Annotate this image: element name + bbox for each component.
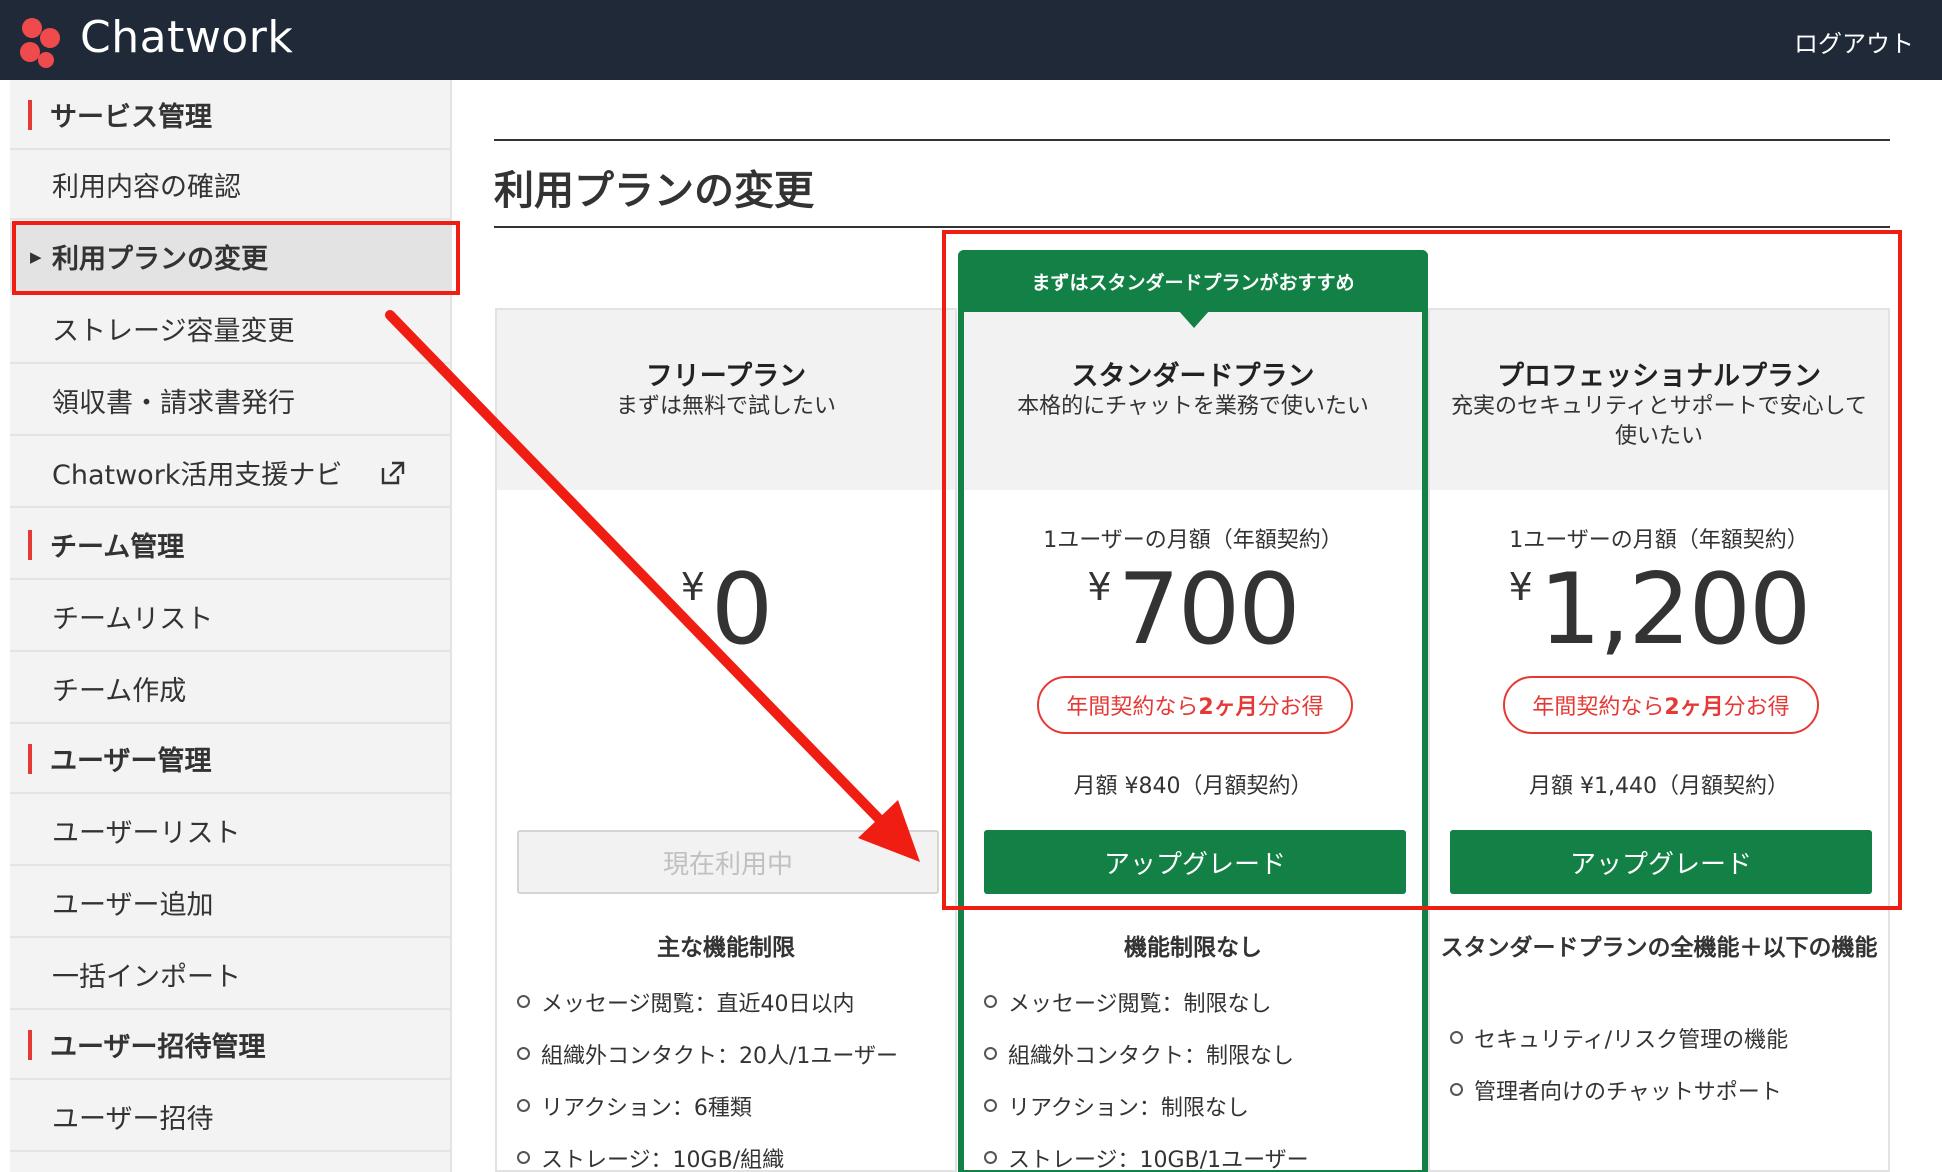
sidebar-item-invoice[interactable]: 領収書・請求書発行 [10,366,452,436]
upgrade-standard-button[interactable]: アップグレード [984,830,1406,894]
plan-price: ¥700 [964,555,1422,665]
sidebar-section-label: ユーザー招待管理 [50,1031,266,1063]
sidebar-item-label: 利用内容の確認 [52,171,241,203]
feature-item: 組織外コンタクト：20人/1ユーザー [517,1038,898,1070]
plan-name: フリープラン [645,361,807,392]
plan-subtitle: まずは無料で試したい [615,394,836,419]
sidebar-item-label: ユーザー招待 [52,1103,214,1135]
price-amount: 700 [1117,553,1301,667]
sidebar-section-label: サービス管理 [50,101,212,133]
sidebar-item-label: ユーザーリスト [52,817,241,849]
badge-emphasis: 2ヶ月 [1664,695,1724,720]
monthly-price: 月額 ¥1,440（月額契約） [1529,774,1789,799]
features-heading: 主な機能制限 [657,935,795,961]
sidebar-item-bulk-import[interactable]: 一括インポート [10,940,452,1010]
feature-item: メッセージ閲覧：直近40日以内 [517,986,855,1018]
sidebar-section-user: ユーザー管理 [10,724,452,794]
sidebar-item-storage[interactable]: ストレージ容量変更 [10,294,452,364]
sidebar-section-team: チーム管理 [10,510,452,580]
sidebar-item-user-invite[interactable]: ユーザー招待 [10,1082,452,1152]
plan-card-header: スタンダードプラン 本格的にチャットを業務で使いたい [964,310,1422,490]
plan-price: ¥0 [497,555,955,665]
badge-text: 年間契約なら [1066,695,1199,720]
sidebar-item-usage[interactable]: 利用内容の確認 [10,150,452,220]
currency-symbol: ¥ [1508,565,1533,609]
sidebar-item-team-list[interactable]: チームリスト [10,582,452,652]
app-header: Chatwork ログアウト [0,0,1942,80]
page-title: 利用プランの変更 [494,168,814,214]
sidebar-item-label: チームリスト [52,603,214,635]
price-note: 1ユーザーの月額（年額契約） [1043,528,1343,553]
price-amount: 1,200 [1538,553,1812,667]
sidebar-item-team-create[interactable]: チーム作成 [10,654,452,724]
plan-subtitle: 充実のセキュリティとサポートで安心して使いたい [1450,394,1868,449]
sidebar-item-label: ユーザー追加 [52,889,214,921]
top-divider [494,139,1890,141]
sidebar-section-label: ユーザー管理 [50,745,212,777]
recommend-banner-pointer [1178,310,1210,328]
recommend-banner: まずはスタンダードプランがおすすめ [958,250,1428,312]
sidebar-item-support-navi[interactable]: Chatwork活用支援ナビ [10,438,452,508]
badge-text: 分お得 [1257,695,1324,720]
plan-card-header: フリープラン まずは無料で試したい [497,310,955,490]
upgrade-professional-button[interactable]: アップグレード [1450,830,1872,894]
plan-card-free: フリープラン まずは無料で試したい ¥0 現在利用中 主な機能制限 メッセージ閲… [495,308,957,1172]
plan-name: スタンダードプラン [1071,361,1315,392]
sidebar-section-service: サービス管理 [10,80,452,150]
feature-item: セキュリティ/リスク管理の機能 [1450,1022,1788,1054]
sidebar-nav: サービス管理 利用内容の確認 ▶ 利用プランの変更 ストレージ容量変更 領収書・請… [10,80,452,1172]
plan-card-standard: スタンダードプラン 本格的にチャットを業務で使いたい 1ユーザーの月額（年額契約… [962,308,1424,1172]
caret-right-icon: ▶ [30,248,42,266]
sidebar-section-label: チーム管理 [50,531,185,563]
feature-item: メッセージ閲覧：制限なし [984,986,1272,1018]
app-logo-text[interactable]: Chatwork [80,12,293,63]
annual-discount-badge: 年間契約なら 2ヶ月 分お得 [1503,676,1819,734]
current-plan-button[interactable]: 現在利用中 [517,830,939,894]
feature-item: リアクション：6種類 [517,1090,752,1122]
feature-item: 管理者向けのチャットサポート [1450,1074,1782,1106]
features-heading: スタンダードプランの全機能＋以下の機能 [1440,935,1878,961]
sidebar-item-plan-change[interactable]: ▶ 利用プランの変更 [10,222,452,292]
plan-card-professional: プロフェッショナルプラン 充実のセキュリティとサポートで安心して使いたい 1ユー… [1428,308,1890,1172]
sidebar-item-label: 利用プランの変更 [52,243,268,275]
sidebar-item-label: Chatwork活用支援ナビ [52,459,343,491]
plan-price: ¥1,200 [1430,555,1888,665]
annual-discount-badge: 年間契約なら 2ヶ月 分お得 [1037,676,1353,734]
logout-link[interactable]: ログアウト [1794,24,1914,59]
external-link-icon [381,461,405,485]
badge-text: 年間契約なら [1532,695,1665,720]
sidebar-item-label: ストレージ容量変更 [52,315,295,347]
sidebar-section-invite: ユーザー招待管理 [10,1010,452,1080]
currency-symbol: ¥ [1087,565,1112,609]
badge-text: 分お得 [1723,695,1790,720]
sidebar-item-user-list[interactable]: ユーザーリスト [10,796,452,866]
feature-item: リアクション：制限なし [984,1090,1249,1122]
chatwork-logo-icon[interactable] [10,8,70,72]
title-divider [494,226,1890,228]
plan-subtitle: 本格的にチャットを業務で使いたい [1017,394,1369,419]
plan-name: プロフェッショナルプラン [1497,361,1821,392]
sidebar-item-user-add[interactable]: ユーザー追加 [10,868,452,938]
plan-card-header: プロフェッショナルプラン 充実のセキュリティとサポートで安心して使いたい [1430,310,1888,490]
sidebar-item-label: 領収書・請求書発行 [52,387,295,419]
price-amount: 0 [710,553,773,667]
feature-item: ストレージ：10GB/組織 [517,1142,784,1172]
badge-emphasis: 2ヶ月 [1198,695,1258,720]
sidebar-item-label: チーム作成 [52,675,187,707]
features-heading: 機能制限なし [1124,935,1262,961]
currency-symbol: ¥ [680,565,705,609]
monthly-price: 月額 ¥840（月額契約） [1073,774,1313,799]
feature-item: ストレージ：10GB/1ユーザー [984,1142,1309,1172]
price-note: 1ユーザーの月額（年額契約） [1509,528,1809,553]
feature-item: 組織外コンタクト：制限なし [984,1038,1294,1070]
sidebar-item-label: 一括インポート [52,961,241,993]
